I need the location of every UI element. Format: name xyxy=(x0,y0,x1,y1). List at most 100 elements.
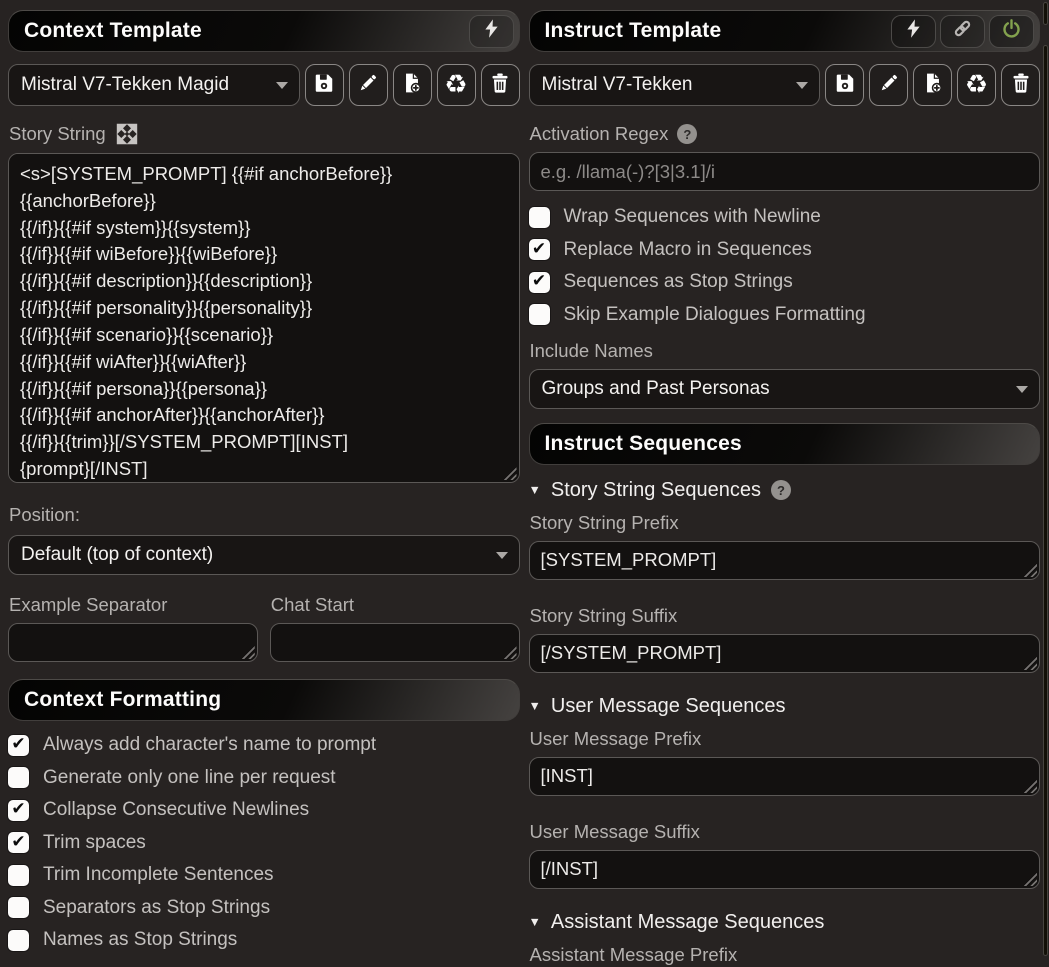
import-preset-button[interactable] xyxy=(913,64,952,106)
story-string-wrap: <s>[SYSTEM_PROMPT] {{#if anchorBefore}} … xyxy=(8,153,520,483)
lightning-icon xyxy=(903,18,924,44)
separator-chat-start-row: Example Separator Chat Start xyxy=(8,593,520,662)
option-trim-spaces-row[interactable]: Trim spaces xyxy=(8,827,520,860)
include-names-label: Include Names xyxy=(529,340,653,361)
floppy-disk-icon xyxy=(834,72,856,99)
assistant-message-sequences-drawer[interactable]: Assistant Message Sequences xyxy=(529,909,1041,935)
option-label: Sequences as Stop Strings xyxy=(563,271,793,293)
trash-icon xyxy=(489,72,511,99)
context-preset-select[interactable]: Mistral V7-Tekken Magid xyxy=(8,64,300,106)
import-preset-button[interactable] xyxy=(392,64,432,106)
option-label: Generate only one line per request xyxy=(43,766,336,788)
chevron-down-icon xyxy=(796,82,808,89)
context-quick-toggle-button[interactable] xyxy=(468,14,514,48)
scrollbar-thumb[interactable] xyxy=(1043,45,1048,956)
include-names-value: Groups and Past Personas xyxy=(541,378,770,399)
option-separators-stop-row[interactable]: Separators as Stop Strings xyxy=(8,892,520,925)
story-string-sequences-drawer[interactable]: Story String Sequences ? xyxy=(529,477,1041,503)
checkbox[interactable] xyxy=(8,734,29,756)
restore-preset-button[interactable]: ♻ xyxy=(436,64,476,106)
link-icon xyxy=(952,18,973,44)
checkbox[interactable] xyxy=(528,206,550,228)
recycle-icon: ♻ xyxy=(964,70,989,100)
checkbox[interactable] xyxy=(528,304,550,326)
include-names-select[interactable]: Groups and Past Personas xyxy=(528,369,1040,409)
checkbox[interactable] xyxy=(8,897,29,919)
activation-regex-label-row: Activation Regex ? xyxy=(530,122,1041,146)
maximize-icon[interactable] xyxy=(115,122,139,146)
drawer-title: Story String Sequences xyxy=(550,478,761,501)
checkbox[interactable] xyxy=(8,799,29,821)
position-select[interactable]: Default (top of context) xyxy=(8,535,520,575)
chevron-down-icon xyxy=(529,697,541,715)
position-label: Position: xyxy=(9,504,80,525)
file-plus-icon xyxy=(922,72,944,99)
checkbox[interactable] xyxy=(8,767,29,789)
option-wrap-newline-row[interactable]: Wrap Sequences with Newline xyxy=(528,201,1041,234)
context-formatting-header[interactable]: Context Formatting xyxy=(8,679,520,721)
story-string-suffix-label: Story String Suffix xyxy=(529,605,678,626)
example-separator-textarea[interactable] xyxy=(8,623,258,662)
user-message-prefix-label: User Message Prefix xyxy=(529,728,702,749)
instruct-quick-toggle-button[interactable] xyxy=(891,14,936,48)
chat-start-textarea[interactable] xyxy=(269,623,520,662)
story-string-textarea[interactable]: <s>[SYSTEM_PROMPT] {{#if anchorBefore}} … xyxy=(8,153,520,483)
help-icon[interactable]: ? xyxy=(677,124,698,144)
checkbox[interactable] xyxy=(528,239,550,261)
context-template-header[interactable]: Context Template xyxy=(8,10,520,52)
option-one-line-row[interactable]: Generate only one line per request xyxy=(8,762,520,795)
story-string-prefix-label: Story String Prefix xyxy=(529,512,679,533)
delete-preset-button[interactable] xyxy=(1001,64,1040,106)
instruct-template-title: Instruct Template xyxy=(544,19,722,42)
activation-regex-label: Activation Regex xyxy=(529,123,669,144)
example-separator-label: Example Separator xyxy=(9,594,168,615)
option-replace-macro-row[interactable]: Replace Macro in Sequences xyxy=(528,234,1041,267)
story-string-prefix-textarea[interactable]: [SYSTEM_PROMPT] xyxy=(528,541,1040,580)
checkbox[interactable] xyxy=(8,832,29,854)
scrollbar-segment[interactable] xyxy=(1043,2,1048,25)
checkbox[interactable] xyxy=(8,929,29,951)
story-string-suffix-textarea[interactable]: [/SYSTEM_PROMPT] xyxy=(528,634,1040,673)
position-value: Default (top of context) xyxy=(21,544,214,565)
rename-preset-button[interactable] xyxy=(348,64,388,106)
restore-preset-button[interactable]: ♻ xyxy=(957,64,996,106)
instruct-preset-value: Mistral V7-Tekken xyxy=(541,74,693,95)
user-message-prefix-textarea[interactable]: [INST] xyxy=(528,757,1040,796)
checkbox[interactable] xyxy=(8,864,29,886)
option-label: Separators as Stop Strings xyxy=(43,896,271,918)
user-message-suffix-label: User Message Suffix xyxy=(529,821,700,842)
delete-preset-button[interactable] xyxy=(480,64,520,106)
save-preset-button[interactable] xyxy=(825,64,864,106)
activation-regex-input[interactable] xyxy=(528,152,1040,191)
user-message-suffix-textarea[interactable]: [/INST] xyxy=(528,850,1040,889)
user-message-sequences-drawer[interactable]: User Message Sequences xyxy=(529,693,1041,719)
chevron-down-icon xyxy=(529,481,541,499)
help-icon[interactable]: ? xyxy=(771,480,791,500)
instruct-enabled-toggle-button[interactable] xyxy=(989,14,1034,48)
option-trim-incomplete-row[interactable]: Trim Incomplete Sentences xyxy=(8,859,520,892)
instruct-preset-select[interactable]: Mistral V7-Tekken xyxy=(528,64,820,106)
file-plus-icon xyxy=(401,72,423,99)
option-label: Collapse Consecutive Newlines xyxy=(43,799,310,821)
chevron-down-icon xyxy=(1016,386,1028,393)
instruct-sequences-header[interactable]: Instruct Sequences xyxy=(528,423,1040,465)
context-preset-row: Mistral V7-Tekken Magid ♻ xyxy=(8,64,520,106)
context-formatting-title: Context Formatting xyxy=(24,688,222,711)
option-sequences-stop-row[interactable]: Sequences as Stop Strings xyxy=(528,266,1041,299)
option-skip-examples-row[interactable]: Skip Example Dialogues Formatting xyxy=(528,299,1041,332)
activation-regex-wrap xyxy=(528,152,1040,191)
save-preset-button[interactable] xyxy=(304,64,344,106)
option-collapse-newlines-row[interactable]: Collapse Consecutive Newlines xyxy=(8,794,520,827)
context-template-panel: Context Template Mistral V7-Tekken Magid xyxy=(8,10,520,967)
rename-preset-button[interactable] xyxy=(869,64,908,106)
option-names-stop-row[interactable]: Names as Stop Strings xyxy=(8,924,520,957)
option-add-name-row[interactable]: Always add character's name to prompt xyxy=(8,729,520,762)
template-panels: Context Template Mistral V7-Tekken Magid xyxy=(0,0,1049,967)
instruct-template-header[interactable]: Instruct Template xyxy=(528,10,1040,52)
assistant-message-prefix-label: Assistant Message Prefix xyxy=(529,944,738,965)
checkbox[interactable] xyxy=(528,271,550,293)
chevron-down-icon xyxy=(529,913,541,931)
drawer-title: Assistant Message Sequences xyxy=(550,910,825,933)
story-string-label-row: Story String xyxy=(9,122,520,146)
bind-to-context-button[interactable] xyxy=(940,14,985,48)
